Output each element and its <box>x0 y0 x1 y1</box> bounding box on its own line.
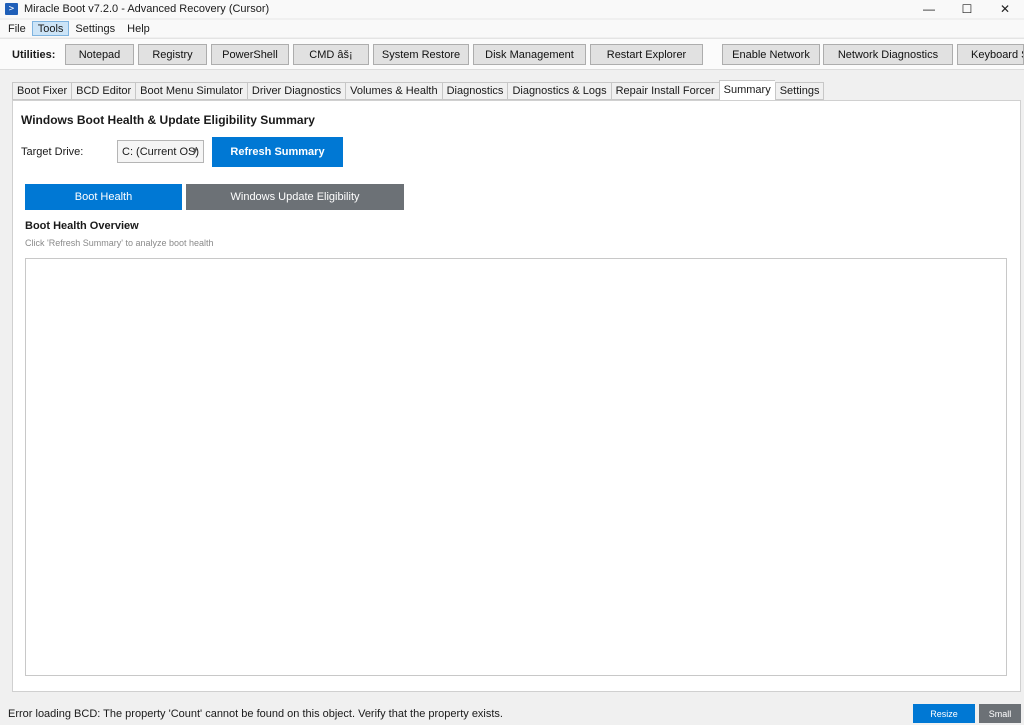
tab-diagnostics[interactable]: Diagnostics <box>441 82 508 100</box>
status-bar: Error loading BCD: The property 'Count' … <box>0 702 1024 725</box>
summary-panel: Windows Boot Health & Update Eligibility… <box>12 100 1021 692</box>
minimize-icon[interactable]: — <box>910 0 948 18</box>
target-drive-select[interactable]: C: (Current OS) ▼ <box>117 140 204 163</box>
tab-boot-menu-simulator[interactable]: Boot Menu Simulator <box>135 82 247 100</box>
menu-help[interactable]: Help <box>121 21 156 36</box>
registry-button[interactable]: Registry <box>138 44 207 65</box>
target-drive-value: C: (Current OS) <box>122 145 200 158</box>
tab-diagnostics-logs[interactable]: Diagnostics & Logs <box>507 82 611 100</box>
close-icon[interactable]: ✕ <box>986 0 1024 18</box>
disk-management-button[interactable]: Disk Management <box>473 44 586 65</box>
maximize-icon[interactable]: ☐ <box>948 0 986 18</box>
network-diagnostics-button[interactable]: Network Diagnostics <box>823 44 953 65</box>
target-drive-label: Target Drive: <box>21 146 84 158</box>
status-text: Error loading BCD: The property 'Count' … <box>8 708 503 720</box>
menu-file[interactable]: File <box>2 21 32 36</box>
boot-health-results-box[interactable] <box>25 258 1007 676</box>
menu-bar: File Tools Settings Help <box>0 20 1024 37</box>
keyboard-button[interactable]: Keyboard S <box>957 44 1024 65</box>
tab-summary[interactable]: Summary <box>718 80 775 100</box>
restart-explorer-button[interactable]: Restart Explorer <box>590 44 703 65</box>
cmd-button[interactable]: CMD âš¡ <box>293 44 369 65</box>
small-button[interactable]: Small <box>979 704 1021 723</box>
chevron-down-icon: ▼ <box>191 146 199 155</box>
refresh-summary-button[interactable]: Refresh Summary <box>212 137 343 167</box>
menu-tools[interactable]: Tools <box>31 21 70 36</box>
powershell-button[interactable]: PowerShell <box>211 44 289 65</box>
tab-driver-diagnostics[interactable]: Driver Diagnostics <box>246 82 346 100</box>
utilities-label: Utilities: <box>12 49 56 61</box>
windows-update-eligibility-button[interactable]: Windows Update Eligibility <box>186 184 404 210</box>
boot-health-overview-title: Boot Health Overview <box>25 220 139 232</box>
tab-repair-install-forcer[interactable]: Repair Install Forcer <box>610 82 719 100</box>
tab-volumes-health[interactable]: Volumes & Health <box>345 82 442 100</box>
title-bar: > Miracle Boot v7.2.0 - Advanced Recover… <box>0 0 1024 18</box>
main-tabs: Boot Fixer BCD Editor Boot Menu Simulato… <box>12 80 825 100</box>
window-title: Miracle Boot v7.2.0 - Advanced Recovery … <box>24 3 270 15</box>
resize-button[interactable]: Resize <box>913 704 975 723</box>
tab-boot-fixer[interactable]: Boot Fixer <box>12 82 72 100</box>
window-controls: — ☐ ✕ <box>910 0 1024 18</box>
utilities-toolbar: Utilities: Notepad Registry PowerShell C… <box>0 38 1024 70</box>
tab-bcd-editor[interactable]: BCD Editor <box>71 82 136 100</box>
enable-network-button[interactable]: Enable Network <box>722 44 820 65</box>
powershell-icon: > <box>5 3 18 15</box>
boot-health-hint: Click 'Refresh Summary' to analyze boot … <box>25 238 214 248</box>
page-title: Windows Boot Health & Update Eligibility… <box>21 113 315 127</box>
boot-health-button[interactable]: Boot Health <box>25 184 182 210</box>
notepad-button[interactable]: Notepad <box>65 44 134 65</box>
system-restore-button[interactable]: System Restore <box>373 44 469 65</box>
menu-settings[interactable]: Settings <box>69 21 121 36</box>
tab-settings[interactable]: Settings <box>774 82 825 100</box>
